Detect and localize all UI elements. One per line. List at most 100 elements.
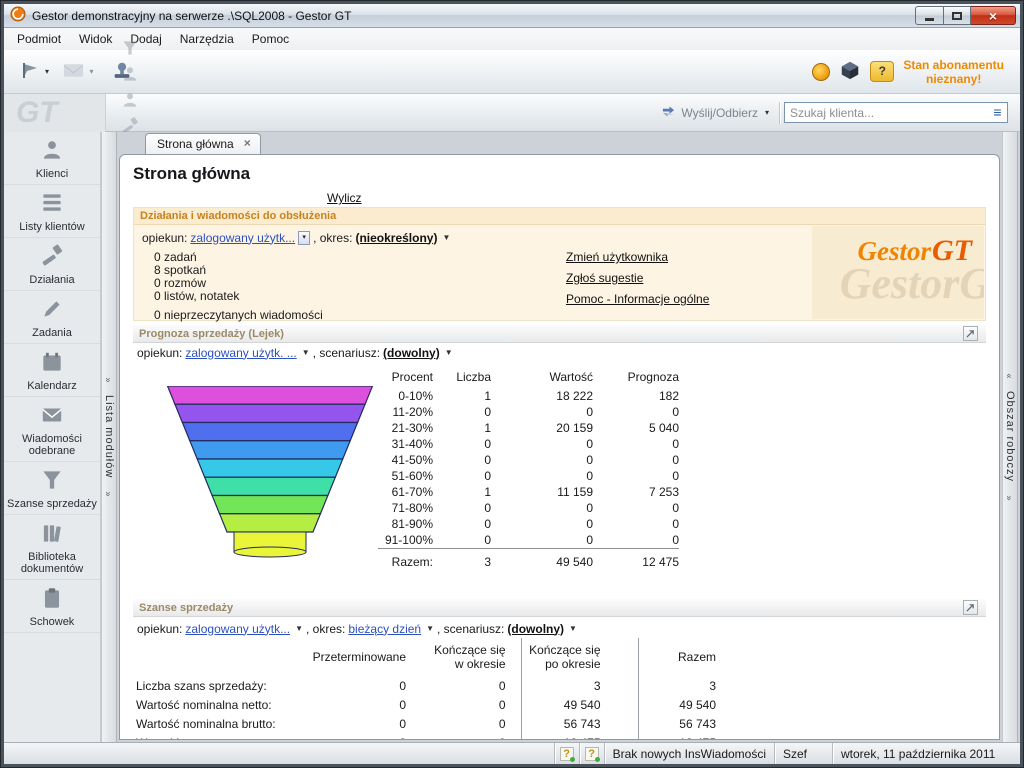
column-header: Wartość xyxy=(491,368,593,388)
sidebar-item[interactable]: Klienci xyxy=(4,132,100,185)
opiekun-dropdown[interactable]: zalogowany użytk... xyxy=(185,622,290,636)
menu-item[interactable]: Pomoc xyxy=(243,29,298,49)
sales-section: Szanse sprzedaży opiekun: zalogowany uży… xyxy=(133,599,986,739)
help-indicator-icon[interactable]: ? xyxy=(554,743,579,764)
tab-bar: Strona główna × xyxy=(119,132,1000,154)
clients-icon xyxy=(39,137,65,166)
secondary-toolbar: Wyślij/Odbierz ▾ ≡ xyxy=(105,94,1020,132)
actions-icon xyxy=(39,243,65,272)
module-list-strip-label: Lista modułów xyxy=(103,395,115,478)
client-list-icon[interactable]: ≡ xyxy=(989,104,1006,121)
sidebar-item[interactable]: Wiadomości odebrane xyxy=(4,397,100,462)
chevron-icon: » xyxy=(1005,495,1015,500)
workspace-splitter[interactable]: « Obszar roboczy » xyxy=(1002,132,1018,742)
forecast-section-title: Prognoza sprzedaży (Lejek) xyxy=(139,328,284,340)
collapse-section-button[interactable] xyxy=(963,326,978,341)
sales-section-title: Szanse sprzedaży xyxy=(139,602,233,614)
clipboard-icon xyxy=(39,585,65,614)
scenariusz-dropdown[interactable]: (dowolny) xyxy=(507,622,564,636)
quick-links: Zmień użytkownika Zgłoś sugestie Pomoc - I… xyxy=(566,247,709,310)
main-toolbar: ▾ ▾ ? Stan abonamentu nieznany! xyxy=(4,50,1020,94)
wylicz-link[interactable]: Wylicz xyxy=(327,191,362,205)
table-row: Wartość nominalna netto:0049 54049 540 xyxy=(136,695,753,714)
cube-icon[interactable] xyxy=(839,59,861,84)
chevron-down-icon: ▼ xyxy=(295,624,303,633)
statusbar: ? ? Brak nowych InsWiadomości Szef wtore… xyxy=(4,742,1020,764)
chevron-down-icon: ▼ xyxy=(426,624,434,633)
sidebar-item[interactable]: Listy klientów xyxy=(4,185,100,238)
filter-row: opiekun: zalogowany użytk. ... ▼ , scena… xyxy=(133,343,986,360)
scenariusz-dropdown[interactable]: (dowolny) xyxy=(383,346,440,360)
chevron-down-icon: ▾ xyxy=(45,67,49,76)
opiekun-dropdown[interactable]: zalogowany użytk. ... xyxy=(185,346,296,360)
table-row: 21-30%120 1595 040 xyxy=(378,420,679,436)
menu-item[interactable]: Narzędzia xyxy=(171,29,243,49)
okres-dropdown[interactable]: (nieokreślony) xyxy=(355,231,437,245)
library-icon xyxy=(39,520,65,549)
sidebar-item[interactable]: Zadania xyxy=(4,291,100,344)
menubar: PodmiotWidokDodajNarzędziaPomoc xyxy=(4,28,1020,50)
menu-item[interactable]: Widok xyxy=(70,29,121,49)
column-header: Liczba xyxy=(433,368,491,388)
column-header: Przeterminowane xyxy=(286,638,408,676)
forecast-section: Prognoza sprzedaży (Lejek) opiekun: zalo… xyxy=(133,325,986,593)
table-row: Wartość szacowana netto:0012 47512 475 xyxy=(136,733,753,739)
table-row: 41-50%000 xyxy=(378,452,679,468)
okres-dropdown[interactable]: bieżący dzień xyxy=(348,622,421,636)
chevron-down-icon[interactable]: ▾ xyxy=(298,231,310,245)
chevron-icon: » xyxy=(104,491,114,496)
sales-table: PrzeterminowaneKończące się w okresieKoń… xyxy=(136,638,753,739)
client-lists-icon xyxy=(39,190,65,219)
sidebar-item[interactable]: Działania xyxy=(4,238,100,291)
email-button[interactable]: ▾ xyxy=(58,55,98,89)
table-row: 51-60%000 xyxy=(378,468,679,484)
quick-action-button[interactable]: ▾ xyxy=(14,55,54,89)
action-link[interactable]: Zmień użytkownika xyxy=(566,250,668,264)
tab-home[interactable]: Strona główna × xyxy=(145,133,261,154)
column-header xyxy=(136,638,286,676)
gt-watermark: GT xyxy=(16,96,58,130)
table-row: 91-100%000 xyxy=(378,532,679,548)
clients-icon[interactable] xyxy=(116,61,144,87)
action-link[interactable]: Zgłoś sugestie xyxy=(566,271,643,285)
chevron-down-icon: ▾ xyxy=(89,67,93,76)
sales-funnel-icon[interactable] xyxy=(116,35,144,61)
table-row: 71-80%000 xyxy=(378,500,679,516)
clients-icon[interactable] xyxy=(116,87,144,113)
column-header: Razem xyxy=(638,638,753,676)
table-row: 0-10%118 222182 xyxy=(378,388,679,404)
help-icon[interactable]: ? xyxy=(870,61,894,82)
minimize-button[interactable] xyxy=(915,6,944,25)
sidebar-item[interactable]: Kalendarz xyxy=(4,344,100,397)
table-row: 81-90%000 xyxy=(378,516,679,532)
client-search: ≡ xyxy=(784,102,1008,123)
maximize-button[interactable] xyxy=(944,6,971,25)
search-input[interactable] xyxy=(784,102,1008,123)
calendar-icon xyxy=(39,349,65,378)
opiekun-dropdown[interactable]: zalogowany użytk... xyxy=(190,231,295,245)
menu-item[interactable]: Podmiot xyxy=(8,29,70,49)
send-receive-button[interactable]: Wyślij/Odbierz ▾ xyxy=(655,101,775,125)
help-indicator-icon[interactable]: ? xyxy=(579,743,604,764)
chevron-icon: » xyxy=(104,378,114,383)
coin-icon[interactable] xyxy=(812,63,830,81)
activities-section-title: Działania i wiadomości do obsłużenia xyxy=(134,208,985,225)
gestor-logo: GestorGT GestorGT xyxy=(812,226,984,319)
sidebar-item[interactable]: Biblioteka dokumentów xyxy=(4,515,100,580)
status-message: Brak nowych InsWiadomości xyxy=(604,743,774,764)
sidebar-item[interactable]: Szanse sprzedaży xyxy=(4,462,100,515)
collapse-section-button[interactable] xyxy=(963,600,978,615)
action-link[interactable]: Pomoc - Informacje ogólne xyxy=(566,292,709,306)
table-header-row: ProcentLiczbaWartośćPrognoza xyxy=(378,368,679,388)
envelope-icon xyxy=(62,61,85,82)
sidebar-item[interactable]: Schowek xyxy=(4,580,100,633)
forecast-table: ProcentLiczbaWartośćPrognoza0-10%118 222… xyxy=(378,368,679,572)
titlebar[interactable]: Gestor demonstracyjny na serwerze .\SQL2… xyxy=(4,4,1020,28)
close-button[interactable]: × xyxy=(971,6,1016,25)
module-list-splitter[interactable]: » Lista modułów » xyxy=(101,132,117,742)
chevron-icon: « xyxy=(1005,374,1015,379)
tab-close-icon[interactable]: × xyxy=(244,137,251,154)
filter-row: opiekun: zalogowany użytk... ▼ , okres: … xyxy=(133,619,986,636)
column-header: Kończące się w okresie xyxy=(408,638,521,676)
app-icon xyxy=(10,6,26,25)
